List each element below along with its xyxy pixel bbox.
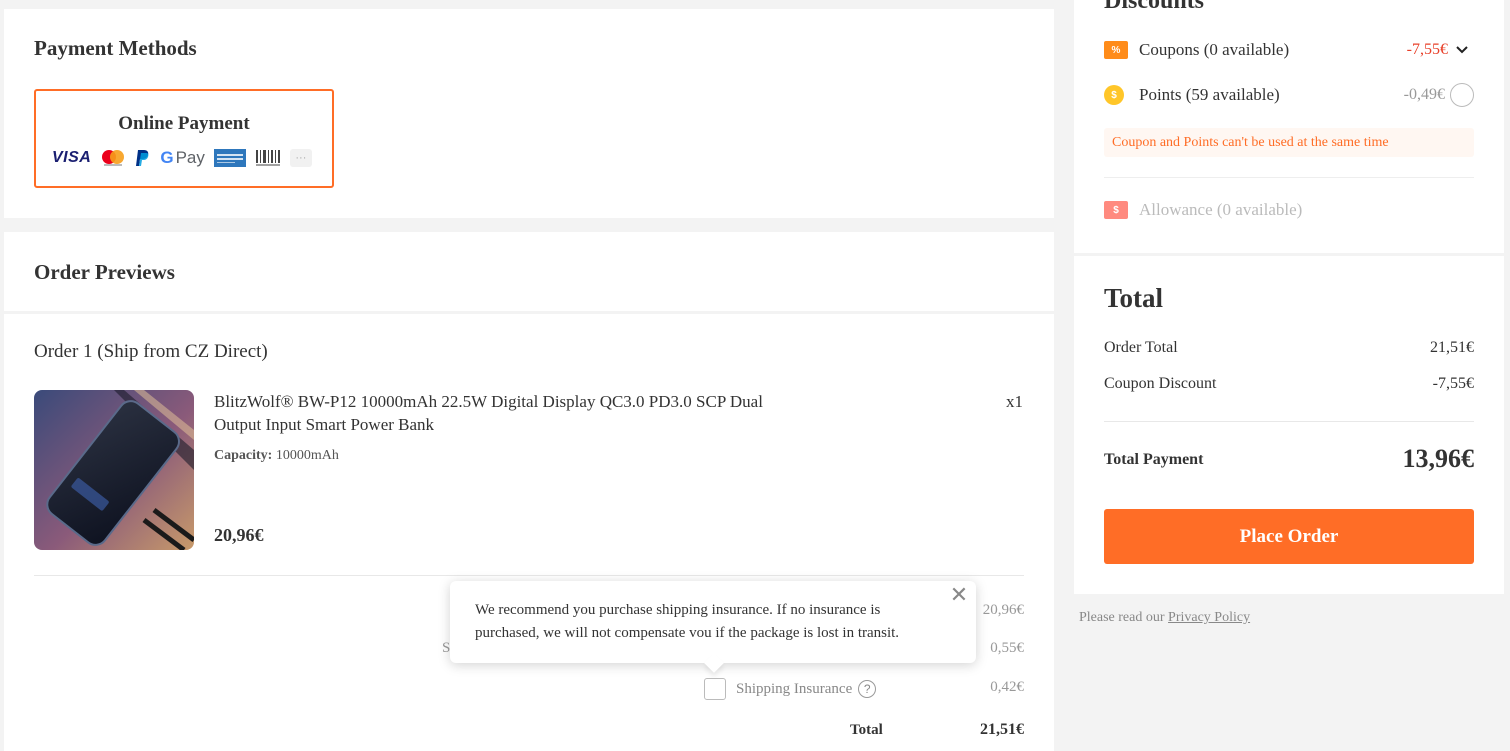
points-icon: $	[1104, 85, 1124, 105]
allowance-row: $ Allowance (0 available)	[1104, 197, 1474, 223]
gpay-g: G	[160, 148, 174, 167]
divider	[1104, 421, 1474, 422]
order-total-row: Order Total 21,51€	[1104, 339, 1474, 357]
coupons-label: Coupons (0 available)	[1139, 40, 1290, 59]
total-card: Total Order Total 21,51€ Coupon Discount…	[1074, 256, 1504, 594]
insurance-tooltip: We recommend you purchase shipping insur…	[450, 581, 976, 673]
chevron-down-icon[interactable]	[1456, 44, 1468, 56]
discount-warning: Coupon and Points can't be used at the s…	[1104, 128, 1474, 157]
order-card: Order 1 (Ship from CZ Direct) BlitzWolf®…	[4, 314, 1054, 751]
product-price: 20,96€	[214, 525, 264, 545]
order-previews-card: Order Previews	[4, 232, 1054, 311]
subtotal-value: 20,96€	[982, 602, 1024, 618]
coupons-value: -7,55€	[1406, 41, 1448, 58]
online-payment-option[interactable]: Online Payment VISA G Pay ···	[34, 89, 334, 188]
coupon-discount-row: Coupon Discount -7,55€	[1104, 375, 1474, 393]
help-icon[interactable]: ?	[858, 680, 877, 698]
more-methods-icon[interactable]: ···	[289, 149, 312, 167]
capacity-label: Capacity:	[214, 448, 273, 463]
divider	[1104, 177, 1474, 178]
google-pay-logo: G Pay	[160, 148, 205, 168]
visa-logo: VISA	[52, 149, 92, 166]
privacy-prefix: Please read our	[1079, 610, 1169, 625]
place-order-button[interactable]: Place Order	[1104, 509, 1474, 564]
discounts-card: Discounts % Coupons (0 available) -7,55€…	[1074, 0, 1504, 253]
privacy-policy-link[interactable]: Privacy Policy	[1168, 610, 1250, 625]
total-payment-label: Total Payment	[1104, 451, 1204, 468]
points-row[interactable]: $ Points (59 available) -0,49€	[1104, 82, 1474, 108]
gpay-text: Pay	[175, 148, 205, 167]
product-capacity: Capacity: 10000mAh	[214, 448, 339, 464]
close-icon[interactable]: ✕	[948, 585, 970, 607]
points-label: Points (59 available)	[1139, 85, 1280, 104]
boleto-barcode-logo	[255, 148, 281, 168]
order-heading: Order 1 (Ship from CZ Direct)	[34, 341, 268, 362]
privacy-notice: Please read our Privacy Policy	[1079, 610, 1250, 626]
discounts-title: Discounts	[1104, 0, 1205, 14]
order-total-label: Order Total	[1104, 339, 1178, 356]
shipping-insurance-row: Shipping Insurance ?	[704, 678, 877, 700]
coupon-discount-value: -7,55€	[1432, 375, 1474, 392]
payment-methods-card: Payment Methods Online Payment VISA G Pay…	[4, 9, 1054, 218]
allowance-icon: $	[1104, 201, 1128, 219]
tooltip-text: We recommend you purchase shipping insur…	[475, 602, 900, 641]
coupons-row[interactable]: % Coupons (0 available) -7,55€	[1104, 37, 1474, 63]
points-radio[interactable]	[1450, 83, 1474, 107]
order-total-value: 21,51€	[1430, 339, 1474, 356]
points-value: -0,49€	[1403, 86, 1445, 103]
online-payment-label: Online Payment	[118, 113, 250, 134]
product-image[interactable]	[34, 390, 194, 550]
total-title: Total	[1104, 283, 1164, 313]
paypal-logo	[135, 148, 151, 168]
order-previews-title: Order Previews	[34, 260, 175, 284]
total-payment-value: 13,96€	[1402, 444, 1475, 473]
coupon-discount-label: Coupon Discount	[1104, 375, 1217, 392]
order-total-label: Total	[850, 722, 883, 738]
order-total-value: 21,51€	[980, 721, 1024, 738]
allowance-label: Allowance (0 available)	[1139, 200, 1303, 219]
shipping-value: 0,55€	[990, 640, 1024, 656]
divider	[34, 575, 1024, 576]
coupon-icon: %	[1104, 41, 1128, 59]
payment-logos: VISA G Pay ···	[52, 148, 321, 168]
amex-logo	[213, 148, 246, 168]
shipping-insurance-label: Shipping Insurance	[736, 680, 853, 697]
shipping-insurance-checkbox[interactable]	[704, 678, 726, 700]
capacity-value: 10000mAh	[275, 448, 339, 463]
product-quantity: x1	[1006, 392, 1023, 411]
mastercard-logo	[100, 148, 126, 168]
insurance-value: 0,42€	[990, 679, 1024, 695]
product-name-link[interactable]: BlitzWolf® BW-P12 10000mAh 22.5W Digital…	[214, 390, 814, 436]
payment-methods-title: Payment Methods	[34, 36, 197, 60]
